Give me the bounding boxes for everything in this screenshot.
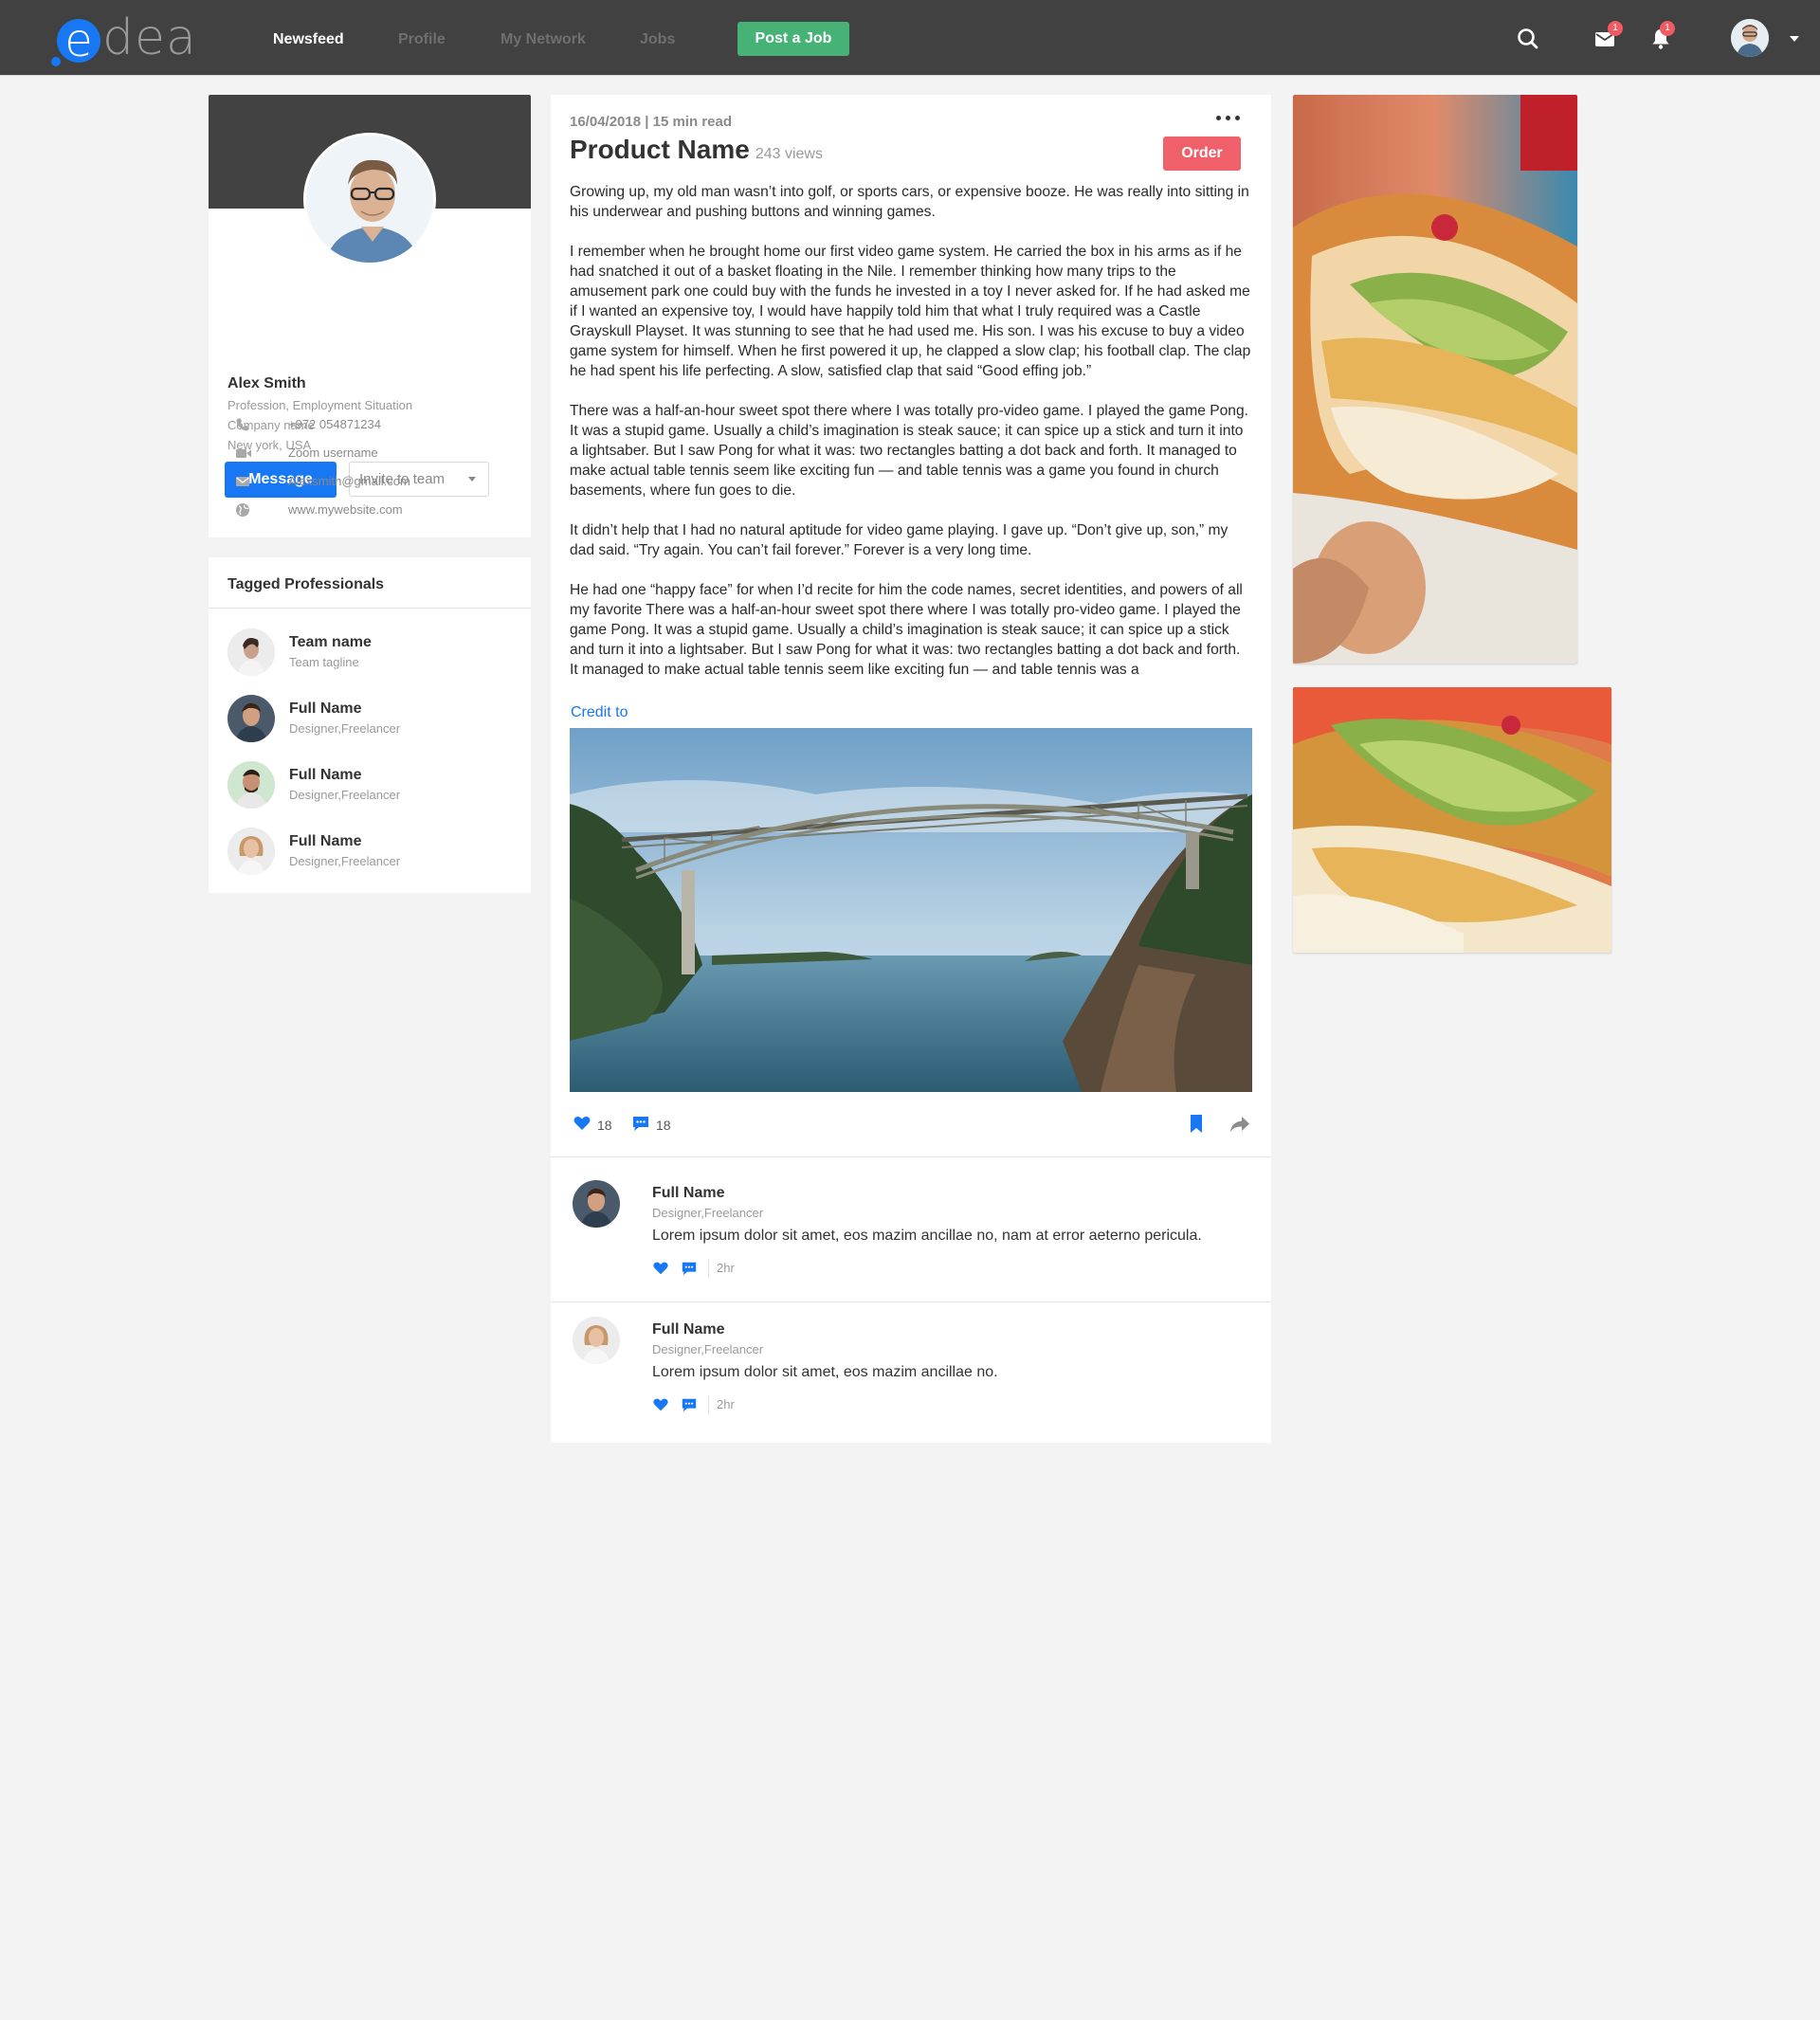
post-paragraph: Growing up, my old man wasn’t into golf,… — [570, 184, 1249, 220]
profile-profession: Profession, Employment Situation — [228, 398, 413, 412]
sandwich-image-tall[interactable] — [1293, 95, 1577, 664]
post-paragraph: It didn’t help that I had no natural apt… — [570, 522, 1228, 558]
tagged-person-name: Full Name — [289, 833, 362, 849]
avatar[interactable] — [573, 1180, 620, 1228]
like-button[interactable]: 18 — [573, 1114, 620, 1137]
tagged-person-name: Full Name — [289, 701, 362, 717]
divider — [209, 608, 531, 609]
profile-name: Alex Smith — [228, 375, 306, 391]
heart-icon — [573, 1116, 591, 1130]
avatar — [228, 761, 275, 809]
search-icon[interactable] — [1516, 27, 1540, 51]
tagged-person[interactable]: Full Name Designer,Freelancer — [228, 828, 512, 875]
divider — [708, 1395, 709, 1414]
contact-phone-text: +972 054871234 — [288, 417, 381, 431]
profile-avatar[interactable] — [303, 133, 436, 265]
video-camera-icon — [235, 446, 251, 461]
tagged-person[interactable]: Full Name Designer,Freelancer — [228, 761, 512, 809]
notifications-badge: 1 — [1660, 21, 1675, 36]
contact-email-text[interactable]: Alexsmith@gmail.com — [288, 474, 410, 488]
divider — [551, 1156, 1271, 1157]
profile-card: Alex Smith Profession, Employment Situat… — [209, 95, 531, 537]
nav-profile[interactable]: Profile — [398, 31, 446, 48]
avatar — [228, 628, 275, 676]
user-avatar[interactable] — [1731, 19, 1769, 57]
tagged-person[interactable]: Full Name Designer,Freelancer — [228, 695, 512, 742]
comment-icon[interactable] — [681, 1396, 698, 1413]
post-card: 16/04/2018 | 15 min read Product Name 243… — [551, 95, 1271, 1443]
comment-time: 2hr — [717, 1397, 735, 1411]
post-actions: 18 18 — [570, 1114, 1252, 1142]
post-job-button[interactable]: Post a Job — [737, 22, 849, 56]
divider — [708, 1259, 709, 1278]
post-title: Product Name 243 views — [570, 135, 823, 165]
logo-e-mark: e — [57, 14, 100, 67]
comment-author-desc: Designer,Freelancer — [652, 1206, 764, 1220]
more-options-icon[interactable] — [1214, 114, 1243, 123]
messages-badge: 1 — [1608, 21, 1623, 36]
tagged-person-name: Full Name — [289, 767, 362, 783]
tagged-person-desc: Designer,Freelancer — [289, 721, 401, 736]
comment-button[interactable]: 18 — [631, 1114, 688, 1137]
comment-text: Lorem ipsum dolor sit amet, eos mazim an… — [652, 1364, 998, 1380]
comment-item: Full Name Designer,Freelancer Lorem ipsu… — [570, 1317, 1252, 1430]
avatar — [228, 695, 275, 742]
heart-icon[interactable] — [652, 1260, 669, 1277]
contact-website: www.mywebsite.com — [235, 500, 519, 519]
logo-wordmark: dea — [102, 9, 197, 66]
post-paragraph: There was a half-an-hour sweet spot ther… — [570, 403, 1248, 499]
order-button[interactable]: Order — [1163, 136, 1241, 171]
nav-my-network[interactable]: My Network — [500, 31, 586, 48]
top-navbar: e dea Newsfeed Profile My Network Jobs P… — [0, 0, 1820, 76]
heart-icon[interactable] — [652, 1396, 669, 1413]
tagged-person[interactable]: Team name Team tagline — [228, 628, 512, 676]
tagged-professionals-title: Tagged Professionals — [228, 576, 385, 592]
comment-author-desc: Designer,Freelancer — [652, 1342, 764, 1356]
edea-logo[interactable]: e dea — [49, 9, 210, 67]
post-views: 243 views — [755, 146, 823, 162]
comment-author-name[interactable]: Full Name — [652, 1185, 724, 1202]
post-date-readtime: 16/04/2018 | 15 min read — [570, 114, 732, 130]
post-body: Growing up, my old man wasn’t into golf,… — [570, 182, 1252, 775]
account-dropdown-caret-icon[interactable] — [1790, 36, 1799, 42]
post-paragraph: He had one “happy face” for when I’d rec… — [570, 582, 1243, 678]
post-image-bridge[interactable] — [570, 728, 1252, 1092]
post-paragraph: I remember when he brought home our firs… — [570, 244, 1251, 379]
comment-time: 2hr — [717, 1261, 735, 1275]
contact-website-text[interactable]: www.mywebsite.com — [288, 502, 403, 517]
comment-item: Full Name Designer,Freelancer Lorem ipsu… — [570, 1180, 1252, 1294]
globe-icon — [235, 502, 250, 518]
product-name: Product Name — [570, 135, 750, 164]
contact-zoom: Zoom username — [235, 444, 519, 463]
comment-icon — [633, 1117, 648, 1131]
avatar — [228, 828, 275, 875]
tagged-professionals-card: Tagged Professionals Team name Team tagl… — [209, 557, 531, 893]
credit-link[interactable]: Credit to — [571, 704, 628, 721]
nav-newsfeed[interactable]: Newsfeed — [273, 31, 344, 48]
comment-count: 18 — [656, 1118, 671, 1133]
contact-email: Alexsmith@gmail.com — [235, 472, 519, 491]
comment-icon[interactable] — [681, 1260, 698, 1277]
comment-author-name[interactable]: Full Name — [652, 1321, 724, 1338]
avatar[interactable] — [573, 1317, 620, 1364]
tagged-person-desc: Designer,Freelancer — [289, 788, 401, 802]
mail-icon — [235, 474, 250, 489]
phone-icon — [235, 417, 250, 432]
comment-text: Lorem ipsum dolor sit amet, eos mazim an… — [652, 1228, 1202, 1244]
nav-jobs[interactable]: Jobs — [640, 31, 675, 48]
sandwich-image-wide[interactable] — [1293, 687, 1611, 953]
contact-phone: +972 054871234 — [235, 415, 519, 434]
tagged-person-desc: Designer,Freelancer — [289, 854, 401, 868]
contact-zoom-text: Zoom username — [288, 446, 378, 460]
like-count: 18 — [597, 1118, 612, 1133]
tagged-person-name: Team name — [289, 634, 372, 650]
share-icon[interactable] — [1228, 1114, 1251, 1137]
bookmark-icon[interactable] — [1188, 1114, 1207, 1137]
divider — [551, 1301, 1271, 1302]
tagged-person-desc: Team tagline — [289, 655, 359, 669]
